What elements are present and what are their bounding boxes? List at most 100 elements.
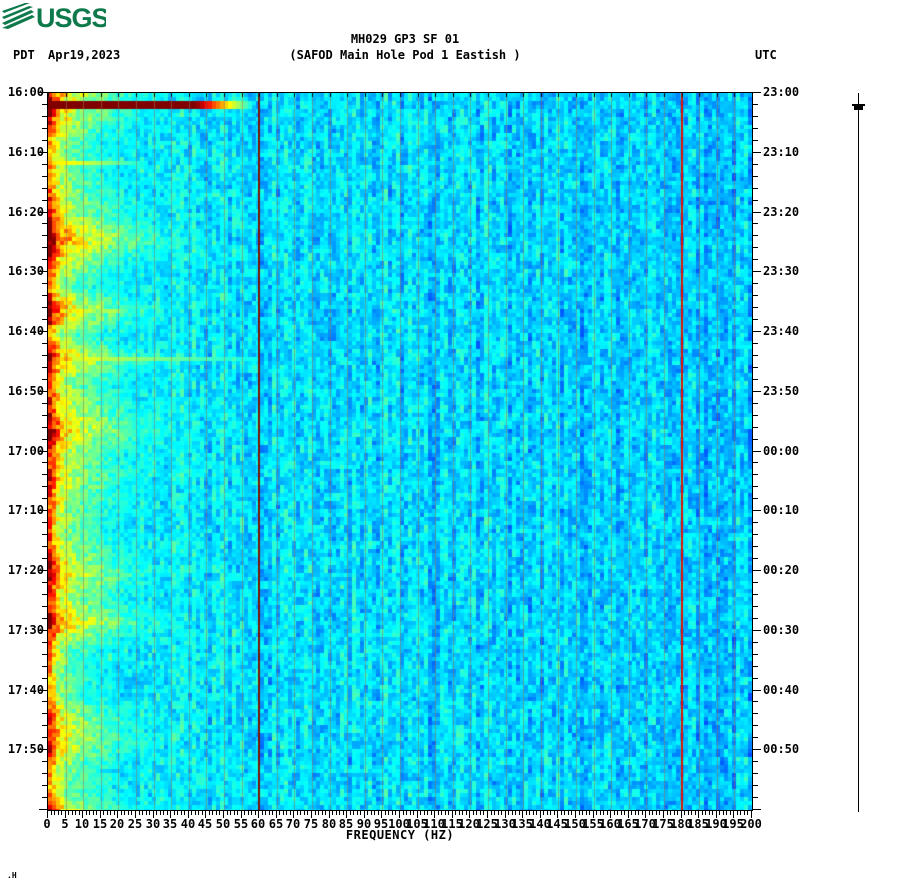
frequency-axis-label: 40 [180, 817, 196, 831]
frequency-axis-tick [586, 811, 587, 815]
frequency-axis-tick [519, 811, 520, 815]
spectrogram-canvas [48, 93, 752, 810]
time-axis-tick [753, 212, 761, 213]
left-time-label: 16:20 [7, 205, 44, 219]
time-axis-tick [753, 367, 758, 368]
frequency-axis-tick [638, 811, 639, 815]
left-time-label: 17:50 [7, 742, 44, 756]
frequency-axis-tick [290, 811, 291, 815]
frequency-axis-tick [448, 811, 449, 815]
frequency-axis-tick [146, 811, 147, 815]
frequency-axis-tick [659, 811, 660, 815]
right-time-label: 23:20 [763, 205, 800, 219]
left-time-label: 17:10 [7, 503, 44, 517]
time-axis-tick [753, 271, 761, 272]
frequency-axis-tick [61, 811, 62, 815]
time-axis-tick [42, 128, 47, 129]
time-axis-tick [753, 462, 758, 463]
frequency-axis-tick [431, 811, 432, 815]
time-axis-tick [753, 570, 761, 571]
time-axis-tick [42, 295, 47, 296]
time-axis-tick [753, 642, 758, 643]
frequency-axis-tick [160, 811, 161, 815]
frequency-axis-tick [244, 811, 245, 815]
time-axis-tick [753, 606, 758, 607]
time-axis-tick [753, 654, 758, 655]
time-axis-tick [42, 701, 47, 702]
time-axis-tick [753, 618, 758, 619]
time-axis-tick [753, 259, 758, 260]
frequency-axis-tick [374, 811, 375, 815]
time-axis-tick [42, 319, 47, 320]
time-axis-tick [42, 235, 47, 236]
scale-bar-marker-block [854, 106, 863, 110]
frequency-axis-label: 55 [233, 817, 249, 831]
frequency-axis-tick [533, 811, 534, 815]
timezone-right-label: UTC [755, 48, 777, 62]
frequency-axis-label: 30 [145, 817, 161, 831]
frequency-axis-tick [353, 811, 354, 815]
time-axis-tick [42, 666, 47, 667]
time-axis-tick [753, 319, 758, 320]
time-axis-tick [753, 415, 758, 416]
frequency-axis-tick [269, 811, 270, 815]
frequency-axis-tick [455, 811, 456, 815]
frequency-axis-tick [459, 811, 460, 815]
frequency-axis-tick [395, 811, 396, 815]
frequency-axis-tick [491, 811, 492, 815]
frequency-axis-tick [406, 811, 407, 815]
frequency-axis-tick [202, 811, 203, 815]
right-time-label: 00:50 [763, 742, 800, 756]
frequency-axis-tick [740, 811, 741, 815]
time-axis-tick [42, 462, 47, 463]
frequency-axis-tick [163, 811, 164, 815]
time-axis-tick [42, 713, 47, 714]
frequency-axis-tick [234, 811, 235, 815]
right-time-label: 23:50 [763, 384, 800, 398]
frequency-axis-tick [483, 811, 484, 815]
frequency-axis-label: 0 [43, 817, 51, 831]
time-axis-tick [753, 582, 758, 583]
time-axis-tick [42, 223, 47, 224]
frequency-axis-tick [336, 811, 337, 815]
frequency-axis-tick [695, 811, 696, 815]
frequency-axis-tick [413, 811, 414, 815]
frequency-axis-tick [744, 811, 745, 815]
frequency-axis-tick [723, 811, 724, 815]
time-axis-tick [753, 355, 758, 356]
right-time-label: 23:30 [763, 264, 800, 278]
time-axis-tick [753, 283, 758, 284]
frequency-axis-tick [642, 811, 643, 815]
frequency-axis-tick [607, 811, 608, 815]
time-axis-tick [753, 427, 758, 428]
frequency-axis-tick [286, 811, 287, 815]
usgs-spectrogram-page: { "header": { "logo_text": "USGS", "stat… [0, 0, 902, 892]
frequency-axis-tick [209, 811, 210, 815]
frequency-axis-tick [297, 811, 298, 815]
time-axis-tick [42, 283, 47, 284]
frequency-axis-tick [360, 811, 361, 815]
frequency-axis-tick [726, 811, 727, 815]
time-axis-tick [42, 427, 47, 428]
timezone-left-label: PDT [13, 48, 35, 62]
time-axis-tick [42, 140, 47, 141]
time-axis-tick [42, 343, 47, 344]
frequency-axis-tick [279, 811, 280, 815]
time-axis-tick [42, 259, 47, 260]
frequency-axis-tick [684, 811, 685, 815]
frequency-axis-tick [476, 811, 477, 815]
time-axis-tick [753, 176, 758, 177]
frequency-axis-tick [68, 811, 69, 815]
frequency-axis-tick [564, 811, 565, 815]
time-axis-tick [753, 343, 758, 344]
time-axis-tick [753, 546, 758, 547]
frequency-axis-label: 60 [250, 817, 266, 831]
frequency-axis-tick [107, 811, 108, 815]
frequency-axis-tick [350, 811, 351, 815]
frequency-axis-tick [705, 811, 706, 815]
frequency-axis-tick [582, 811, 583, 815]
time-axis-tick [42, 737, 47, 738]
time-axis-tick [753, 104, 758, 105]
usgs-logo-graphic: USGS [2, 3, 110, 33]
frequency-axis-tick [283, 811, 284, 815]
